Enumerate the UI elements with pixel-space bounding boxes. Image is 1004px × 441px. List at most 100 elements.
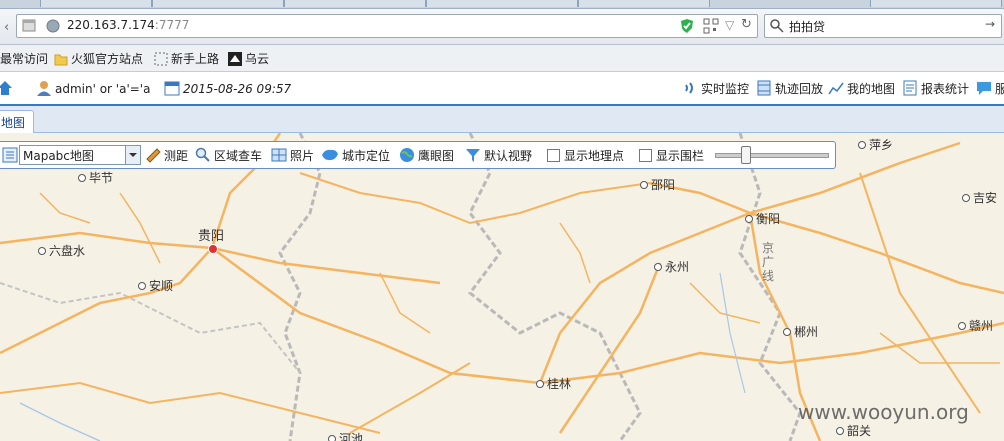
tab-map[interactable]: 地图 [0,110,34,133]
page-icon [22,19,36,32]
menu-label: 实时监控 [701,82,750,96]
tool-photo[interactable]: 照片 [271,147,314,164]
browser-tab[interactable] [426,0,578,7]
arrow-right-icon[interactable]: → [985,17,995,31]
city-label: 郴州 [794,325,819,339]
tool-label: 城市定位 [342,149,391,163]
checkbox-label: 显示围栏 [656,149,705,163]
china-map-icon [322,149,338,161]
city-jian[interactable]: 吉安 [962,189,997,206]
show-fence-checkbox[interactable]: 显示围栏 [639,147,704,164]
browser-tab[interactable] [152,0,284,7]
city-marker [836,427,844,435]
url-bar[interactable]: 220.163.7.174:7777 ▽ ↻ [16,14,758,38]
checkbox-box[interactable] [547,149,560,162]
browser-tab[interactable] [40,0,152,7]
show-geo-points-checkbox[interactable]: 显示地理点 [547,147,624,164]
chat-bubble-icon [977,82,991,95]
browser-tab[interactable] [578,0,710,7]
tool-measure-distance[interactable]: 测距 [145,147,188,164]
app-header: admin' or 'a'='a 2015-08-26 09:57 实时监控 轨… [0,72,1004,106]
tool-default-view[interactable]: 默认视野 [465,147,532,164]
tool-eagle-eye[interactable]: 鹰眼图 [399,147,454,164]
city-shaoguan[interactable]: 韶关 [836,422,871,439]
shield-icon[interactable] [679,18,695,34]
city-label: 韶关 [847,424,872,438]
qr-code-icon[interactable] [703,18,719,34]
url-host: 220.163.7.174 [67,18,155,32]
chevron-down-icon[interactable] [125,146,140,164]
city-label: 永州 [665,260,690,274]
url-text: 220.163.7.174:7777 [67,18,189,32]
city-marker [783,328,791,336]
magnifier-icon [195,147,210,162]
dropdown-arrow-icon[interactable]: ▽ [725,18,734,32]
city-label: 桂林 [547,377,572,391]
menu-label: 轨迹回放 [775,82,824,96]
city-bijie[interactable]: 毕节 [78,169,113,186]
tool-label: 测距 [164,149,189,163]
chart-line-icon [828,82,844,95]
tab-label: 地图 [1,116,26,130]
city-guilin[interactable]: 桂林 [536,375,571,392]
city-label: 安顺 [149,279,174,293]
railway-label-char: 广 [762,255,775,269]
menu-track-playback[interactable]: 轨迹回放 [756,80,823,97]
dashed-page-icon [154,52,168,66]
browser-tab-strip [0,0,1004,9]
city-label: 赣州 [969,319,994,333]
funnel-icon [466,149,480,162]
railway-label: 京 广 线 [762,241,774,283]
search-input-value[interactable]: 拍拍贷 [789,18,825,35]
menu-service[interactable]: 服 [976,80,1004,97]
city-pingxiang[interactable]: 萍乡 [858,136,893,153]
browser-navbar: ‹ 220.163.7.174:7777 ▽ ↻ 拍拍贷 → [0,9,1004,45]
search-bar[interactable]: 拍拍贷 → [764,14,1002,38]
browser-tab[interactable] [870,0,1002,7]
panel-tab-row: 地图 [0,106,1004,133]
home-icon[interactable] [0,80,12,96]
signal-icon [685,82,693,94]
city-marker [958,322,966,330]
menu-realtime-monitor[interactable]: 实时监控 [682,80,749,97]
current-datetime: 2015-08-26 09:57 [164,80,291,96]
bookmark-wooyun[interactable]: 乌云 [228,50,269,67]
zoom-slider-handle[interactable] [741,146,751,164]
city-yongzhou[interactable]: 永州 [654,258,689,275]
city-anshun[interactable]: 安顺 [138,277,173,294]
map-source-select[interactable]: Mapabc地图 [19,145,141,165]
city-shaoyang[interactable]: 邵阳 [640,176,675,193]
bookmark-firefox[interactable]: 火狐官方站点 [54,50,143,67]
reload-icon[interactable]: ↻ [741,17,752,32]
map-view[interactable]: 毕节 六盘水 贵阳 安顺 邵阳 衡阳 永州 郴州 桂林 萍乡 吉安 赣州 韶关 … [0,133,1004,441]
film-icon [757,80,771,96]
city-ganzhou[interactable]: 赣州 [958,317,993,334]
menu-my-map[interactable]: 我的地图 [828,80,895,97]
globe-icon [46,19,60,33]
bookmark-getting-started[interactable]: 新手上路 [154,50,219,67]
chevron-left-icon[interactable]: ‹ [4,20,9,35]
menu-report-statistics[interactable]: 报表统计 [902,80,969,97]
capital-marker [208,244,218,254]
city-marker [78,174,86,182]
globe-icon [400,148,414,162]
browser-tab[interactable] [284,0,426,7]
city-hechi[interactable]: 河池 [328,430,363,441]
wooyun-logo-icon [228,52,242,66]
folder-icon [54,54,68,66]
tool-city-locate[interactable]: 城市定位 [321,147,390,164]
url-port: :7777 [154,18,190,32]
tool-area-search[interactable]: 区域查车 [195,147,262,164]
city-marker [38,247,46,255]
city-marker [654,263,662,271]
bookmark-label: 火狐官方站点 [71,52,144,66]
city-liupanshui[interactable]: 六盘水 [38,242,85,259]
city-guiyang[interactable]: 贵阳 [198,225,224,244]
bookmark-most-visited[interactable]: 最常访问 [0,50,48,67]
city-hengyang[interactable]: 衡阳 [745,210,780,227]
city-marker [858,141,866,149]
city-chenzhou[interactable]: 郴州 [783,323,818,340]
zoom-slider-track[interactable] [715,153,829,158]
checkbox-box[interactable] [639,149,652,162]
map-source-value: Mapabc地图 [23,149,94,163]
